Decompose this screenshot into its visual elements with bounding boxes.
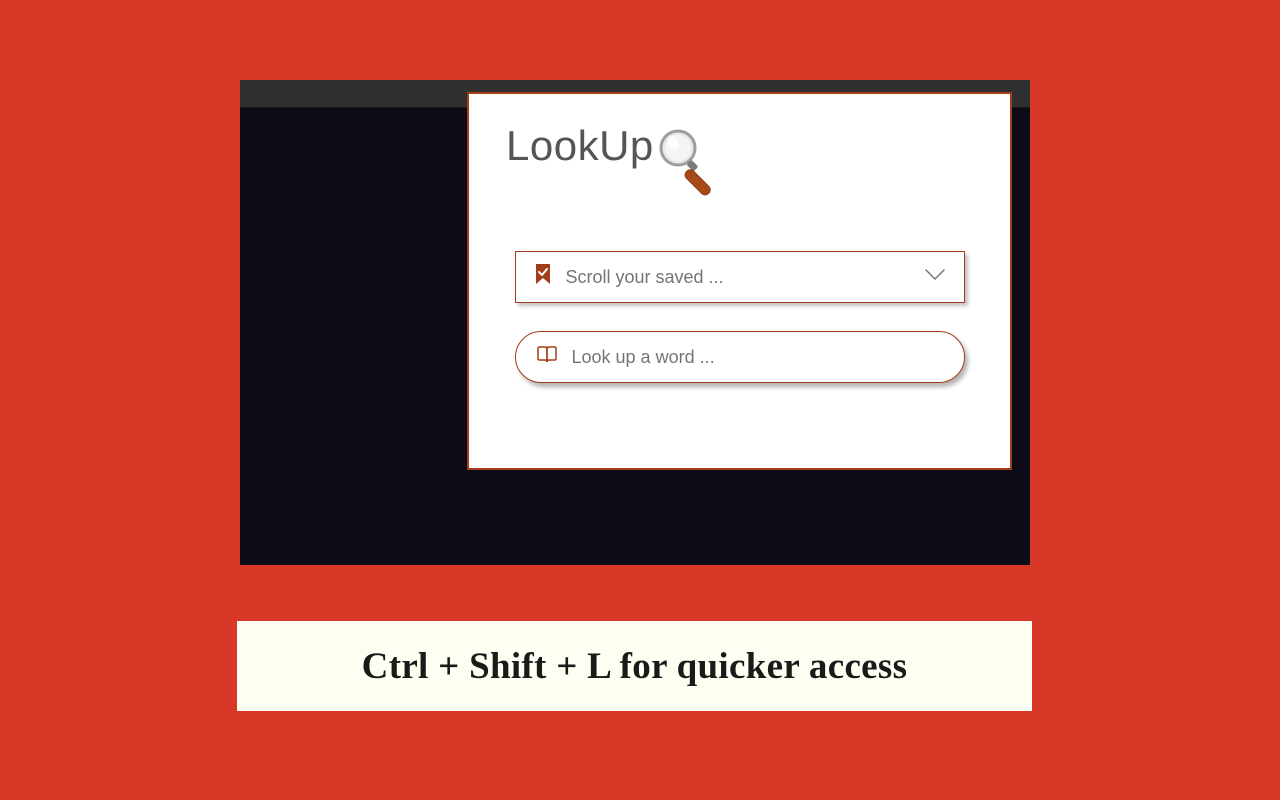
shortcut-tip-banner: Ctrl + Shift + L for quicker access (237, 621, 1032, 711)
magnifying-glass-icon (656, 126, 716, 211)
dropdown-placeholder: Scroll your saved ... (566, 267, 924, 288)
chevron-down-icon (924, 268, 946, 287)
search-input[interactable] (572, 347, 944, 368)
saved-words-dropdown[interactable]: Scroll your saved ... (515, 251, 965, 303)
search-field[interactable] (515, 331, 965, 383)
app-title-row: LookUp (501, 122, 978, 211)
shortcut-tip-text: Ctrl + Shift + L for quicker access (362, 645, 908, 688)
book-icon (536, 346, 558, 369)
browser-window: LookUp Scroll your saved ... (240, 80, 1030, 565)
extension-popup: LookUp Scroll your saved ... (467, 92, 1012, 470)
bookmark-icon (534, 264, 552, 291)
app-title: LookUp (506, 122, 654, 170)
